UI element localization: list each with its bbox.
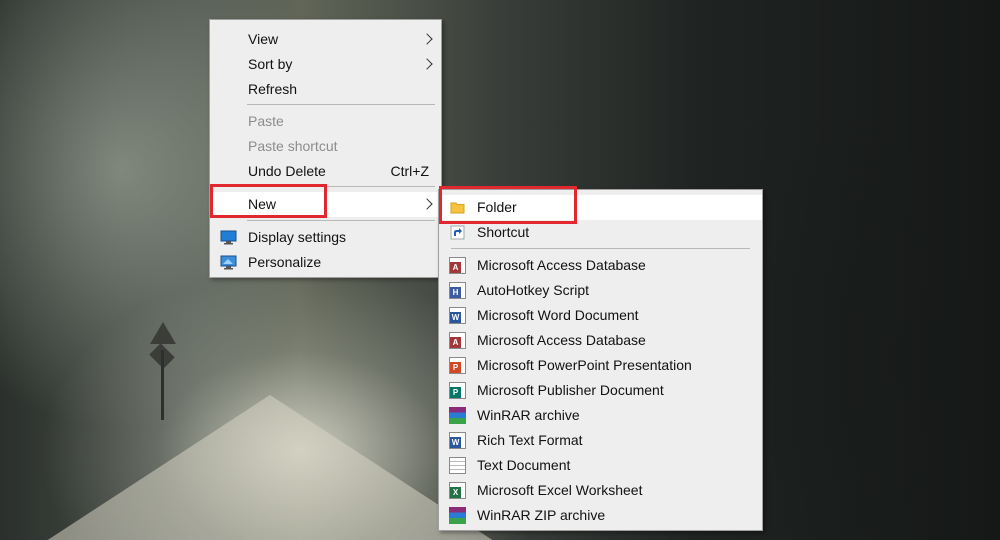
badge-letter: X [450, 487, 461, 498]
submenu-item-label: Microsoft Access Database [477, 257, 646, 273]
desktop-context-menu: View Sort by Refresh Paste Paste shortcu… [209, 19, 442, 278]
autohotkey-icon: H [449, 282, 466, 299]
submenu-item[interactable]: P Microsoft Publisher Document [439, 378, 762, 403]
keyboard-shortcut-text: Ctrl+Z [390, 163, 430, 179]
menu-separator [247, 104, 435, 105]
badge-letter: A [450, 262, 461, 273]
winrar-zip-icon [449, 507, 466, 524]
submenu-item[interactable]: W Rich Text Format [439, 428, 762, 453]
badge-letter: P [450, 362, 461, 373]
shortcut-arrow-icon [449, 224, 466, 241]
menu-item-undo-delete[interactable]: Undo Delete Ctrl+Z [210, 159, 441, 184]
menu-item-view[interactable]: View [210, 27, 441, 52]
menu-item-paste-shortcut-label: Paste shortcut [248, 138, 338, 154]
menu-item-paste-shortcut[interactable]: Paste shortcut [210, 134, 441, 159]
submenu-item-label: WinRAR ZIP archive [477, 507, 606, 523]
menu-item-paste[interactable]: Paste [210, 109, 441, 134]
badge-letter: P [450, 387, 461, 398]
submenu-item-label: Microsoft Word Document [477, 307, 639, 323]
submenu-item[interactable]: WinRAR ZIP archive [439, 503, 762, 528]
new-submenu: Folder Shortcut A Microsoft Access Databa… [438, 189, 763, 531]
folder-highlight-box [439, 186, 577, 224]
menu-item-display-settings[interactable]: Display settings [210, 225, 441, 250]
submenu-item-label: Microsoft PowerPoint Presentation [477, 357, 692, 373]
badge-letter: W [450, 312, 461, 323]
word-icon: W [449, 307, 466, 324]
menu-item-view-label: View [248, 31, 279, 47]
badge-letter: A [450, 337, 461, 348]
submenu-item-label: Microsoft Publisher Document [477, 382, 664, 398]
submenu-item-label: Rich Text Format [477, 432, 583, 448]
submenu-item[interactable]: P Microsoft PowerPoint Presentation [439, 353, 762, 378]
access-icon: A [449, 332, 466, 349]
menu-item-sort-by-label: Sort by [248, 56, 293, 72]
menu-separator [451, 248, 750, 249]
powerpoint-icon: P [449, 357, 466, 374]
submenu-item-label: WinRAR archive [477, 407, 580, 423]
menu-item-refresh-label: Refresh [248, 81, 298, 97]
excel-icon: X [449, 482, 466, 499]
wordpad-icon: W [449, 432, 466, 449]
badge-letter: H [450, 287, 461, 298]
chevron-right-icon [421, 58, 433, 70]
submenu-item[interactable]: WinRAR archive [439, 403, 762, 428]
chevron-right-icon [421, 33, 433, 45]
submenu-item[interactable]: H AutoHotkey Script [439, 278, 762, 303]
monitor-icon [220, 229, 237, 246]
menu-item-sort-by[interactable]: Sort by [210, 52, 441, 77]
submenu-item[interactable]: A Microsoft Access Database [439, 328, 762, 353]
chevron-right-icon [421, 198, 433, 210]
submenu-item[interactable]: Text Document [439, 453, 762, 478]
submenu-item-label: Microsoft Excel Worksheet [477, 482, 643, 498]
new-highlight-box [210, 184, 327, 218]
text-document-icon [449, 457, 466, 474]
menu-item-undo-delete-label: Undo Delete [248, 163, 326, 179]
submenu-item[interactable]: X Microsoft Excel Worksheet [439, 478, 762, 503]
submenu-item-label: Text Document [477, 457, 571, 473]
menu-item-display-settings-label: Display settings [248, 229, 347, 245]
menu-separator [247, 220, 435, 221]
menu-item-personalize[interactable]: Personalize [210, 250, 441, 275]
submenu-item[interactable]: A Microsoft Access Database [439, 253, 762, 278]
menu-item-personalize-label: Personalize [248, 254, 322, 270]
submenu-item-label: AutoHotkey Script [477, 282, 590, 298]
winrar-icon [449, 407, 466, 424]
menu-item-paste-label: Paste [248, 113, 284, 129]
submenu-item[interactable]: W Microsoft Word Document [439, 303, 762, 328]
forest-road [40, 395, 500, 540]
publisher-icon: P [449, 382, 466, 399]
access-icon: A [449, 257, 466, 274]
submenu-item-label: Microsoft Access Database [477, 332, 646, 348]
road-sign-post [161, 350, 164, 420]
menu-item-refresh[interactable]: Refresh [210, 77, 441, 102]
badge-letter: W [450, 437, 461, 448]
personalize-icon [220, 254, 237, 271]
road-sign-triangle [150, 322, 176, 344]
